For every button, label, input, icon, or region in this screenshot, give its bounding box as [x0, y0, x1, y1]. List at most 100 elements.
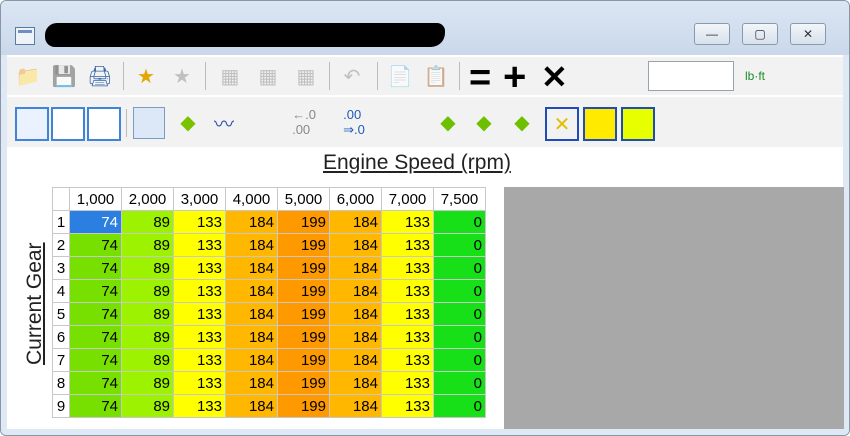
table-cell[interactable]: 89	[121, 233, 174, 257]
table-cell[interactable]: 184	[329, 233, 382, 257]
table-cell[interactable]: 133	[173, 233, 226, 257]
column-header[interactable]: 4,000	[225, 187, 278, 211]
add-icon[interactable]: +	[503, 57, 526, 97]
column-header[interactable]: 2,000	[121, 187, 174, 211]
table-cell[interactable]: 199	[277, 302, 330, 326]
table-cell[interactable]: 133	[173, 325, 226, 349]
table-cell[interactable]: 184	[225, 279, 278, 303]
table-cell[interactable]: 74	[69, 394, 122, 418]
table-cell[interactable]: 199	[277, 394, 330, 418]
table-cell[interactable]: 0	[433, 302, 486, 326]
table-cell[interactable]: 133	[381, 325, 434, 349]
maximize-button[interactable]: ▢	[742, 23, 778, 45]
table-cell[interactable]: 133	[173, 394, 226, 418]
row-header[interactable]: 6	[52, 325, 70, 349]
row-header[interactable]: 5	[52, 302, 70, 326]
column-header[interactable]: 3,000	[173, 187, 226, 211]
table-cell[interactable]: 89	[121, 325, 174, 349]
table-cell[interactable]: 0	[433, 394, 486, 418]
value-input[interactable]	[648, 61, 734, 91]
table-cell[interactable]: 133	[173, 348, 226, 372]
3d-surface-icon[interactable]: ◆	[173, 107, 203, 137]
table-cell[interactable]: 199	[277, 325, 330, 349]
table-cell[interactable]: 0	[433, 210, 486, 234]
add-favorite-icon[interactable]: ★	[131, 61, 161, 91]
remove-favorite-icon[interactable]: ★	[167, 61, 197, 91]
line-graph-icon[interactable]: 〰	[209, 107, 239, 137]
table-cell[interactable]: 74	[69, 325, 122, 349]
table-cell[interactable]: 184	[225, 256, 278, 280]
table-cell[interactable]: 133	[173, 371, 226, 395]
row-header[interactable]: 7	[52, 348, 70, 372]
table-cell[interactable]: 199	[277, 210, 330, 234]
table-cell[interactable]: 133	[381, 279, 434, 303]
column-header[interactable]: 6,000	[329, 187, 382, 211]
row-header[interactable]: 2	[52, 233, 70, 257]
table-cell[interactable]: 0	[433, 233, 486, 257]
fill-map-icon[interactable]: ◆	[433, 107, 463, 137]
row-header[interactable]: 3	[52, 256, 70, 280]
table-cell[interactable]: 133	[381, 256, 434, 280]
table-cell[interactable]: 74	[69, 279, 122, 303]
multiply-icon[interactable]: ✕	[541, 61, 568, 93]
table-view-icon[interactable]	[133, 107, 165, 139]
paste-icon[interactable]: 📋	[421, 61, 451, 91]
table-cell[interactable]: 133	[381, 371, 434, 395]
row-header[interactable]: 4	[52, 279, 70, 303]
table-cell[interactable]: 133	[173, 279, 226, 303]
column-header[interactable]: 1,000	[69, 187, 122, 211]
table-cell[interactable]: 184	[329, 302, 382, 326]
table-cell[interactable]: 199	[277, 348, 330, 372]
table-cell[interactable]: 184	[329, 394, 382, 418]
table-cell[interactable]: 74	[69, 302, 122, 326]
table-cell[interactable]: 184	[225, 233, 278, 257]
table-cell[interactable]: 184	[225, 394, 278, 418]
table-cell[interactable]: 184	[329, 279, 382, 303]
grid-all-icon[interactable]: ▦	[291, 61, 321, 91]
interpolate-vertical-icon[interactable]: ◆	[507, 107, 537, 137]
table-cell[interactable]: 89	[121, 394, 174, 418]
table-cell[interactable]: 0	[433, 279, 486, 303]
print-icon[interactable]: 🖨	[85, 61, 115, 91]
table-cell[interactable]: 184	[329, 210, 382, 234]
table-cell[interactable]: 74	[69, 371, 122, 395]
table-cell[interactable]: 184	[225, 302, 278, 326]
table-cell[interactable]: 133	[381, 348, 434, 372]
table-cell[interactable]: 89	[121, 279, 174, 303]
decrease-decimal-icon[interactable]: ←.0 .00	[289, 107, 319, 137]
table-cell[interactable]: 199	[277, 371, 330, 395]
save-icon[interactable]: 💾	[49, 61, 79, 91]
table-cell[interactable]: 184	[329, 325, 382, 349]
table-cell[interactable]: 133	[173, 210, 226, 234]
table-cell[interactable]: 133	[173, 302, 226, 326]
table-cell[interactable]: 89	[121, 371, 174, 395]
table-cell[interactable]: 0	[433, 325, 486, 349]
table-cell[interactable]: 184	[329, 371, 382, 395]
split-vertical-icon[interactable]	[87, 107, 121, 141]
undo-icon[interactable]: ↶	[337, 61, 367, 91]
open-folder-icon[interactable]: 📁	[13, 61, 43, 91]
table-cell[interactable]: 0	[433, 348, 486, 372]
table-cell[interactable]: 89	[121, 302, 174, 326]
grid-rows-icon[interactable]: ▦	[253, 61, 283, 91]
column-header[interactable]: 7,500	[433, 187, 486, 211]
table-cell[interactable]: 133	[381, 233, 434, 257]
table-cell[interactable]: 133	[173, 256, 226, 280]
table-cell[interactable]: 133	[381, 394, 434, 418]
table-cell[interactable]: 89	[121, 256, 174, 280]
increase-decimal-icon[interactable]: .00 ⇒.0	[339, 107, 369, 137]
table-cell[interactable]: 74	[69, 348, 122, 372]
fill-row-icon[interactable]	[621, 107, 655, 141]
table-cell[interactable]: 199	[277, 256, 330, 280]
table-cell[interactable]: 184	[329, 256, 382, 280]
table-cell[interactable]: 199	[277, 233, 330, 257]
table-cell[interactable]: 89	[121, 210, 174, 234]
column-header[interactable]: 7,000	[381, 187, 434, 211]
table-cell[interactable]: 89	[121, 348, 174, 372]
fill-cell-icon[interactable]	[583, 107, 617, 141]
split-horizontal-icon[interactable]	[51, 107, 85, 141]
set-equals-icon[interactable]: =	[469, 59, 491, 97]
column-header[interactable]: 5,000	[277, 187, 330, 211]
table-cell[interactable]: 184	[329, 348, 382, 372]
table-cell[interactable]: 0	[433, 256, 486, 280]
